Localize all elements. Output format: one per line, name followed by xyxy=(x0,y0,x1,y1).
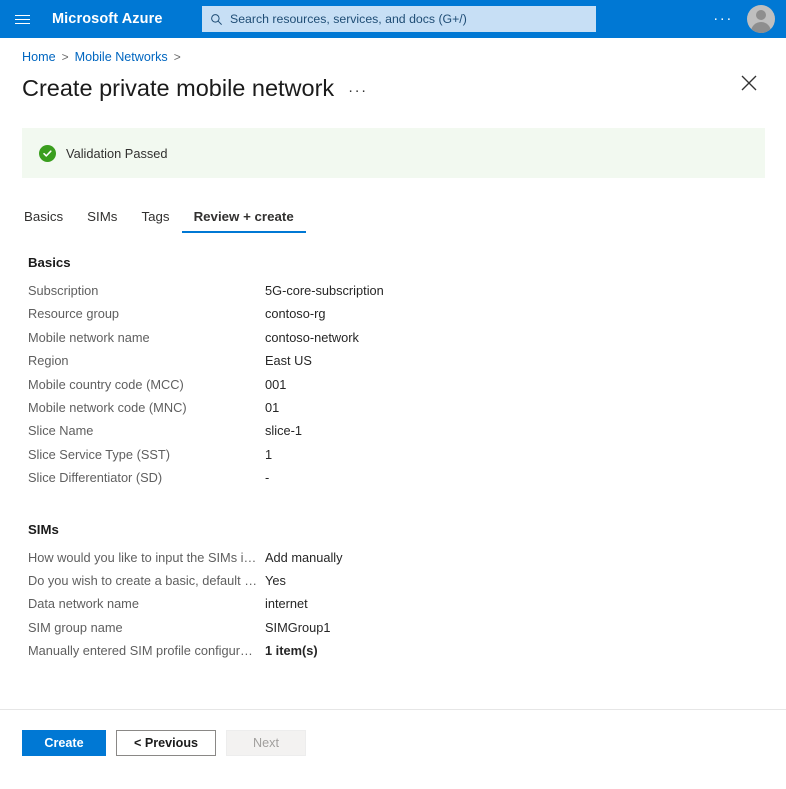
top-bar-actions: ··· xyxy=(703,0,778,38)
user-avatar-icon[interactable] xyxy=(747,5,775,33)
hamburger-icon[interactable] xyxy=(0,0,44,38)
row-label: Mobile network code (MNC) xyxy=(28,399,187,415)
row-label: Mobile network name xyxy=(28,329,150,345)
review-row-region: Region East US xyxy=(28,353,786,376)
wizard-tabs: Basics SIMs Tags Review + create xyxy=(0,201,786,233)
tab-sims[interactable]: SIMs xyxy=(75,209,129,233)
row-value: 001 xyxy=(265,376,287,392)
row-label: Slice Name xyxy=(28,423,94,439)
review-row-sst: Slice Service Type (SST) 1 xyxy=(28,447,786,470)
review-row-sd: Slice Differentiator (SD) - xyxy=(28,470,786,493)
row-label: Subscription xyxy=(28,283,99,298)
row-label: Resource group xyxy=(28,306,120,322)
row-value: 01 xyxy=(265,399,280,415)
breadcrumb-separator-2: > xyxy=(173,50,181,64)
review-section-basics: Basics Subscription 5G-core-subscription… xyxy=(28,255,786,494)
review-row-sim-input-method: How would you like to input the SIMs inf… xyxy=(28,550,786,573)
row-label: Manually entered SIM profile configurati… xyxy=(28,643,265,659)
breadcrumb-separator: > xyxy=(61,50,69,64)
review-row-default-policy: Do you wish to create a basic, default p… xyxy=(28,573,786,596)
success-check-icon xyxy=(39,144,56,162)
section-title-sims: SIMs xyxy=(28,521,59,537)
global-search-box[interactable]: Search resources, services, and docs (G+… xyxy=(202,6,596,32)
row-value: contoso-network xyxy=(265,329,359,345)
breadcrumb-item-home[interactable]: Home xyxy=(22,50,56,64)
row-label: Slice Differentiator (SD) xyxy=(28,470,163,486)
close-icon[interactable] xyxy=(738,72,760,94)
tab-review-create[interactable]: Review + create xyxy=(181,209,306,233)
top-bar-more-icon[interactable]: ··· xyxy=(703,11,743,26)
search-icon xyxy=(211,13,222,25)
page-more-icon[interactable]: ··· xyxy=(348,81,368,98)
wizard-footer: Create < Previous Next xyxy=(0,709,786,756)
row-value: slice-1 xyxy=(265,423,302,439)
azure-brand-label[interactable]: Microsoft Azure xyxy=(52,11,163,27)
search-input-placeholder: Search resources, services, and docs (G+… xyxy=(230,12,467,26)
row-label: Slice Service Type (SST) xyxy=(28,446,170,462)
next-button: Next xyxy=(226,730,306,756)
page-title: Create private mobile network xyxy=(22,74,335,101)
row-value: 5G-core-subscription xyxy=(265,283,384,298)
review-row-mcc: Mobile country code (MCC) 001 xyxy=(28,377,786,400)
row-label: How would you like to input the SIMs inf… xyxy=(28,549,265,565)
validation-status-text: Validation Passed xyxy=(66,145,168,161)
row-value: internet xyxy=(265,596,308,612)
review-row-mobile-network-name: Mobile network name contoso-network xyxy=(28,330,786,353)
section-title-basics: Basics xyxy=(28,255,71,270)
row-label: Region xyxy=(28,353,69,369)
review-row-slice-name: Slice Name slice-1 xyxy=(28,423,786,446)
tab-tags[interactable]: Tags xyxy=(129,209,181,233)
row-value: Yes xyxy=(265,572,286,588)
row-label: SIM group name xyxy=(28,619,123,635)
row-value: 1 xyxy=(265,446,273,462)
row-value: contoso-rg xyxy=(265,306,326,322)
review-content: Basics Subscription 5G-core-subscription… xyxy=(0,233,786,666)
validation-banner: Validation Passed xyxy=(22,128,765,178)
row-value: 1 item(s) xyxy=(265,643,318,659)
avatar-head xyxy=(756,10,766,20)
tab-basics[interactable]: Basics xyxy=(24,209,75,233)
review-row-sim-profile-config: Manually entered SIM profile configurati… xyxy=(28,643,786,666)
row-label: Data network name xyxy=(28,596,139,612)
breadcrumb-item-mobile-networks[interactable]: Mobile Networks xyxy=(75,50,168,64)
azure-top-bar: Microsoft Azure Search resources, servic… xyxy=(0,0,786,38)
review-section-sims: SIMs How would you like to input the SIM… xyxy=(28,522,786,667)
create-button[interactable]: Create xyxy=(22,730,106,756)
breadcrumb: Home > Mobile Networks > xyxy=(0,38,786,64)
row-label: Do you wish to create a basic, default p… xyxy=(28,572,265,588)
review-row-subscription: Subscription 5G-core-subscription xyxy=(28,283,786,306)
review-row-resource-group: Resource group contoso-rg xyxy=(28,306,786,329)
avatar-body xyxy=(751,22,771,33)
row-value: - xyxy=(265,470,270,486)
row-label: Mobile country code (MCC) xyxy=(28,376,184,392)
page-header: Create private mobile network ··· xyxy=(0,64,786,106)
review-row-sim-group-name: SIM group name SIMGroup1 xyxy=(28,620,786,643)
review-row-data-network-name: Data network name internet xyxy=(28,596,786,619)
review-row-mnc: Mobile network code (MNC) 01 xyxy=(28,400,786,423)
row-value: East US xyxy=(265,353,312,369)
previous-button[interactable]: < Previous xyxy=(116,730,216,756)
row-value: SIMGroup1 xyxy=(265,619,331,635)
row-value: Add manually xyxy=(265,549,343,565)
